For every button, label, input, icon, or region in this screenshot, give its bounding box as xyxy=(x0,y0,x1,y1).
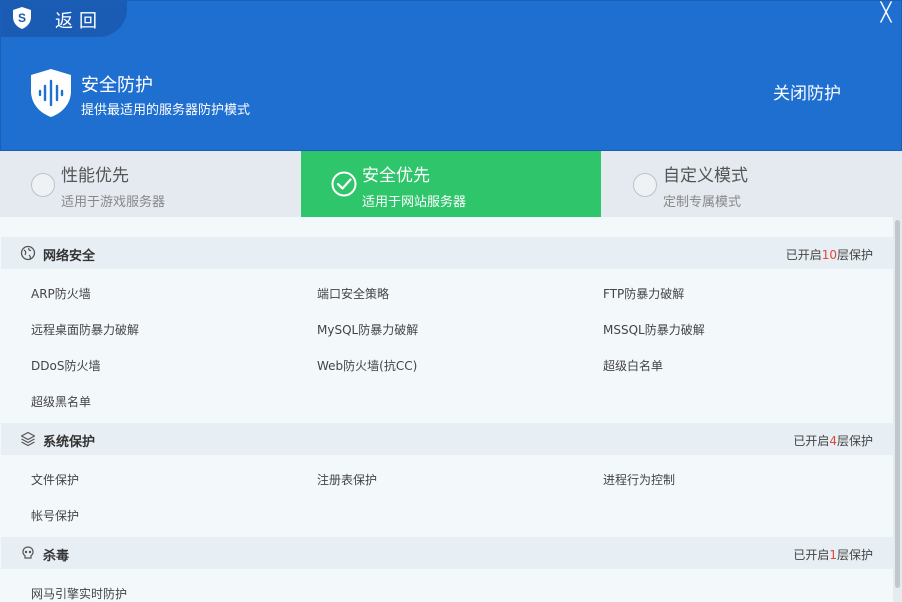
back-label: 返回 xyxy=(55,11,103,32)
protection-count: 4 xyxy=(829,434,837,448)
radio-icon xyxy=(31,173,55,197)
check-circle-icon xyxy=(331,171,357,197)
page-subtitle: 提供最适用的服务器防护模式 xyxy=(81,103,251,118)
list-item[interactable]: 远程桌面防暴力破解 xyxy=(31,321,139,338)
section-title: 杀毒 xyxy=(43,549,70,564)
list-item[interactable]: 网马引擎实时防护 xyxy=(31,585,127,602)
globe-icon xyxy=(20,245,36,261)
list-item[interactable]: ARP防火墙 xyxy=(31,285,91,302)
section-header-antivirus: 杀毒 已开启1层保护 xyxy=(1,537,893,569)
close-icon[interactable]: ╳ xyxy=(877,4,895,22)
mode-subtitle: 适用于游戏服务器 xyxy=(61,195,166,210)
list-item[interactable]: 超级黑名单 xyxy=(31,393,91,410)
section-status: 已开启10层保护 xyxy=(785,248,873,262)
back-button[interactable]: S 返回 xyxy=(1,1,127,37)
svg-text:S: S xyxy=(18,11,26,25)
section-status: 已开启4层保护 xyxy=(793,434,873,448)
protection-count: 1 xyxy=(829,548,837,562)
protection-list: 网络安全 已开启10层保护 ARP防火墙 端口安全策略 FTP防暴力破解 远程桌… xyxy=(0,217,893,602)
list-item[interactable]: Web防火墙(抗CC) xyxy=(317,357,417,374)
mode-selector: 性能优先 适用于游戏服务器 安全优先 适用于网站服务器 自定义模式 定制专属模式 xyxy=(0,151,902,217)
list-item[interactable]: 进程行为控制 xyxy=(603,471,675,488)
app-logo-icon: S xyxy=(13,7,31,29)
mode-subtitle: 定制专属模式 xyxy=(663,195,742,210)
list-item[interactable]: 注册表保护 xyxy=(317,471,377,488)
layers-icon xyxy=(20,431,36,447)
close-protection-button[interactable]: 关闭防护 xyxy=(773,79,841,104)
list-item[interactable]: MySQL防暴力破解 xyxy=(317,321,418,338)
section-title: 系统保护 xyxy=(43,435,96,450)
list-item[interactable]: 端口安全策略 xyxy=(317,285,389,302)
mode-subtitle: 适用于网站服务器 xyxy=(362,195,467,210)
section-header-network-security: 网络安全 已开启10层保护 xyxy=(1,237,893,269)
mode-title: 性能优先 xyxy=(61,166,129,186)
radio-icon xyxy=(633,173,657,197)
section-title: 网络安全 xyxy=(43,249,96,264)
mode-custom[interactable]: 自定义模式 定制专属模式 xyxy=(602,151,902,217)
list-item[interactable]: DDoS防火墙 xyxy=(31,357,100,374)
scrollbar-thumb[interactable] xyxy=(895,220,900,588)
shield-icon xyxy=(31,69,71,117)
virus-icon xyxy=(22,546,34,559)
mode-performance-first[interactable]: 性能优先 适用于游戏服务器 xyxy=(0,151,300,217)
section-header-system-protection: 系统保护 已开启4层保护 xyxy=(1,423,893,455)
mode-title: 自定义模式 xyxy=(663,166,748,186)
page-title: 安全防护 xyxy=(81,75,153,96)
section-status: 已开启1层保护 xyxy=(793,548,873,562)
list-item[interactable]: 超级白名单 xyxy=(603,357,663,374)
list-item[interactable]: 帐号保护 xyxy=(31,507,79,524)
header-bar: S 返回 ╳ 安全防护 提供最适用的服务器防护模式 关闭防护 xyxy=(0,0,902,151)
protection-count: 10 xyxy=(821,248,837,262)
list-item[interactable]: MSSQL防暴力破解 xyxy=(603,321,705,338)
mode-title: 安全优先 xyxy=(362,166,430,186)
list-item[interactable]: FTP防暴力破解 xyxy=(603,285,684,302)
mode-security-first[interactable]: 安全优先 适用于网站服务器 xyxy=(301,151,601,217)
list-item[interactable]: 文件保护 xyxy=(31,471,79,488)
